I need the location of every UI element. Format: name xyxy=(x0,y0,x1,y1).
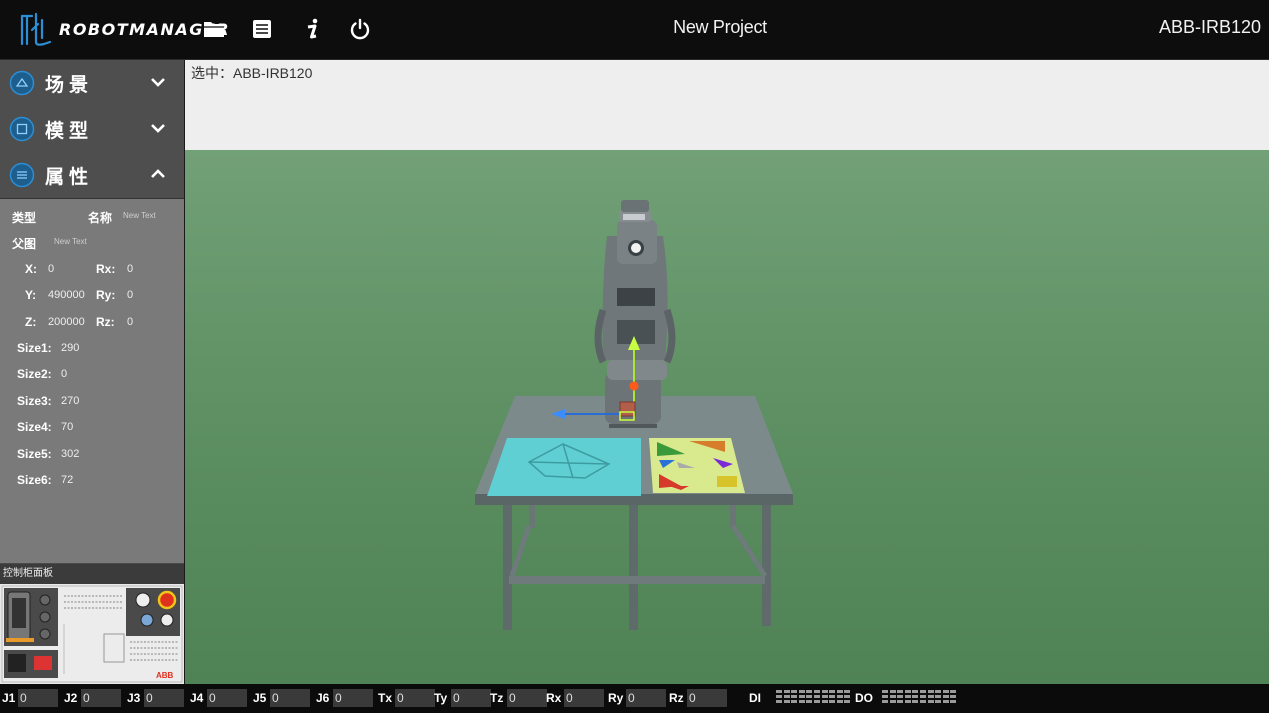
rx-value[interactable]: 0 xyxy=(127,263,133,275)
open-file-button[interactable] xyxy=(199,14,229,44)
size2-value[interactable]: 0 xyxy=(61,368,67,380)
scene-icon xyxy=(9,70,35,96)
j1-input[interactable]: 0 xyxy=(18,689,58,707)
model-icon xyxy=(9,116,35,142)
y-value[interactable]: 490000 xyxy=(48,289,85,301)
rz-input[interactable]: 0 xyxy=(687,689,727,707)
app-logo: ROBOTMANAGER xyxy=(14,8,229,52)
property-panel: 类型 名称 New Text 父图 New Text X: 0 Rx: 0 Y:… xyxy=(0,198,184,563)
section-model-header[interactable]: 模型 xyxy=(0,106,184,153)
logo-mark-icon xyxy=(20,12,52,46)
list-icon xyxy=(253,20,271,38)
j2-input[interactable]: 0 xyxy=(81,689,121,707)
ty-label: Ty xyxy=(434,691,448,705)
info-button[interactable] xyxy=(297,14,327,44)
type-label: 类型 xyxy=(12,211,37,225)
work-table[interactable] xyxy=(475,396,793,630)
rz-label: Rz xyxy=(669,691,684,705)
do-label: DO xyxy=(855,691,873,705)
folder-icon xyxy=(204,22,224,37)
ty-input[interactable]: 0 xyxy=(451,689,491,707)
z-value[interactable]: 200000 xyxy=(48,316,85,328)
tx-input[interactable]: 0 xyxy=(395,689,435,707)
ry-input[interactable]: 0 xyxy=(626,689,666,707)
parent-value[interactable]: New Text xyxy=(54,237,87,246)
control-panel-label: 控制柜面板 xyxy=(0,564,184,584)
size6-label: Size6: xyxy=(17,473,52,487)
size4-value[interactable]: 70 xyxy=(61,421,73,433)
section-scene-label: 场景 xyxy=(45,74,94,96)
control-cabinet-panel[interactable]: ABB xyxy=(0,584,184,684)
section-property-header[interactable]: 属性 xyxy=(0,152,184,199)
tz-label: Tz xyxy=(490,691,504,705)
tx-label: Tx xyxy=(378,691,393,705)
rx-label: Rx xyxy=(546,691,562,705)
size1-label: Size1: xyxy=(17,341,52,355)
size5-value[interactable]: 302 xyxy=(61,448,79,460)
robot-name-label: ABB-IRB120 xyxy=(1158,17,1261,37)
control-cabinet-image: ABB xyxy=(1,585,183,683)
name-value[interactable]: New Text xyxy=(123,211,156,220)
y-label: Y: xyxy=(25,288,37,302)
j1-label: J1 xyxy=(2,691,16,705)
j4-label: J4 xyxy=(190,691,204,705)
joint-status-bar: J1 0 J2 0 J3 0 J4 0 J5 0 J6 0 Tx 0 Ty 0 … xyxy=(0,684,1269,713)
digital-input-indicators xyxy=(776,690,851,703)
size3-value[interactable]: 270 xyxy=(61,395,79,407)
ry-value[interactable]: 0 xyxy=(127,289,133,301)
j3-label: J3 xyxy=(127,691,141,705)
z-label: Z: xyxy=(25,315,37,329)
chevron-up-icon xyxy=(151,169,165,178)
j2-label: J2 xyxy=(64,691,78,705)
info-icon xyxy=(307,18,318,39)
rz-label: Rz: xyxy=(96,315,115,329)
power-icon xyxy=(350,18,370,40)
x-label: X: xyxy=(25,262,37,276)
j5-label: J5 xyxy=(253,691,267,705)
tz-input[interactable]: 0 xyxy=(507,689,547,707)
rx-label: Rx: xyxy=(96,262,116,276)
j3-input[interactable]: 0 xyxy=(144,689,184,707)
ry-label: Ry: xyxy=(96,288,116,302)
selected-object-text: 选中：ABB-IRB120 xyxy=(191,65,313,81)
chevron-down-icon xyxy=(151,124,165,133)
section-scene-header[interactable]: 场景 xyxy=(0,60,184,107)
section-property-label: 属性 xyxy=(45,166,94,188)
size4-label: Size4: xyxy=(17,420,52,434)
list-button[interactable] xyxy=(247,14,277,44)
di-label: DI xyxy=(749,691,761,705)
project-title: New Project xyxy=(673,17,767,37)
left-sidebar: 场景 模型 属性 类型 名称 New Text 父图 New Text X: 0 xyxy=(0,60,184,684)
drawing-board[interactable] xyxy=(487,438,641,496)
rx-input[interactable]: 0 xyxy=(564,689,604,707)
3d-viewport[interactable]: 选中：ABB-IRB120 xyxy=(185,60,1269,684)
selection-info-bar: 选中：ABB-IRB120 xyxy=(185,60,1269,150)
size5-label: Size5: xyxy=(17,447,52,461)
puzzle-board[interactable] xyxy=(649,438,745,493)
digital-output-indicators xyxy=(882,690,957,703)
section-model-label: 模型 xyxy=(45,120,94,142)
size2-label: Size2: xyxy=(17,367,52,381)
name-label: 名称 xyxy=(88,211,113,225)
size1-value[interactable]: 290 xyxy=(61,342,79,354)
chevron-down-icon xyxy=(151,78,165,87)
j6-input[interactable]: 0 xyxy=(333,689,373,707)
j6-label: J6 xyxy=(316,691,330,705)
property-icon xyxy=(9,162,35,188)
3d-scene[interactable] xyxy=(185,150,1269,684)
ry-label: Ry xyxy=(608,691,624,705)
rz-value[interactable]: 0 xyxy=(127,316,133,328)
power-button[interactable] xyxy=(345,14,375,44)
size6-value[interactable]: 72 xyxy=(61,474,73,486)
j4-input[interactable]: 0 xyxy=(207,689,247,707)
x-value[interactable]: 0 xyxy=(48,263,54,275)
size3-label: Size3: xyxy=(17,394,52,408)
top-toolbar: ROBOTMANAGER New Project ABB-IRB120 xyxy=(0,0,1269,60)
j5-input[interactable]: 0 xyxy=(270,689,310,707)
parent-label: 父图 xyxy=(12,237,37,251)
abb-logo: ABB xyxy=(156,671,174,680)
